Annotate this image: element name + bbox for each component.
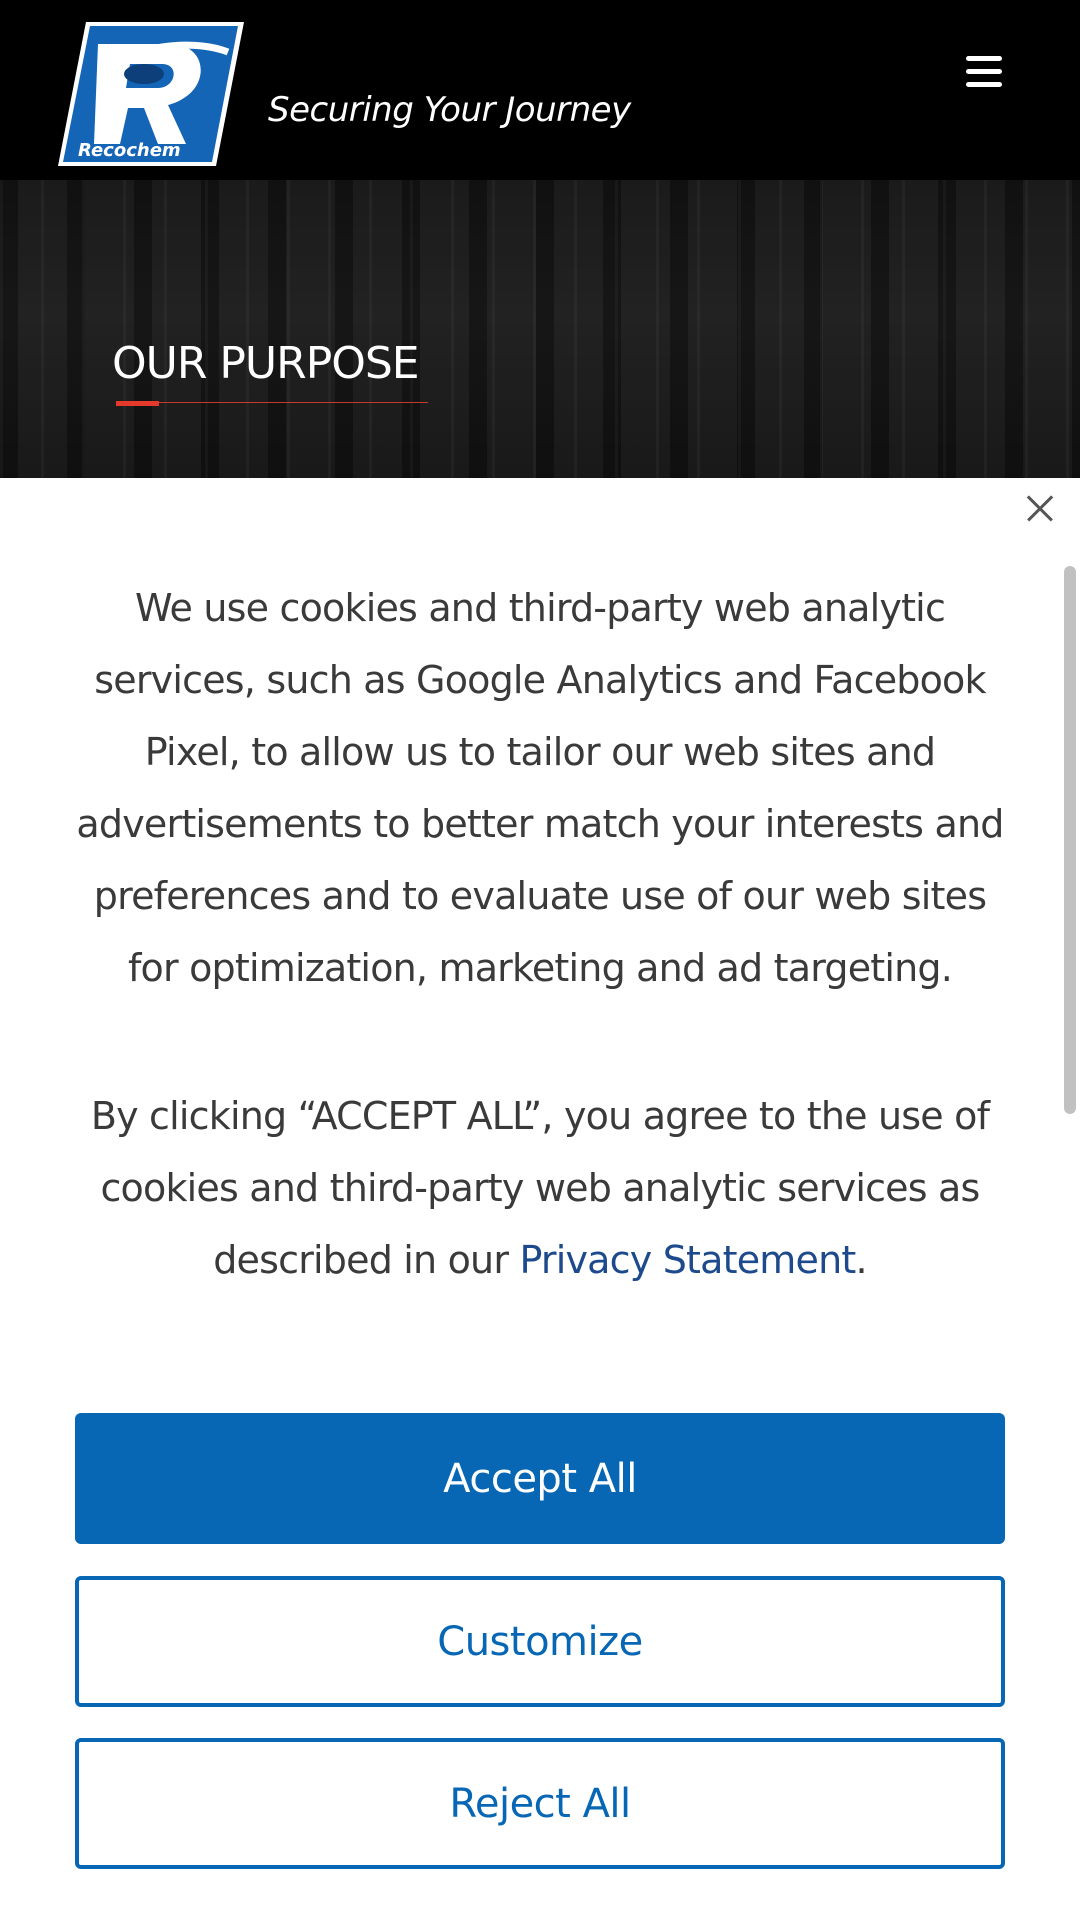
logo-graphic: Recochem bbox=[58, 22, 244, 166]
title-underline bbox=[116, 402, 428, 403]
accept-all-button[interactable]: Accept All bbox=[75, 1413, 1005, 1544]
site-header: Recochem Securing Your Journey bbox=[0, 0, 1080, 180]
cookie-description: We use cookies and third-party web analy… bbox=[76, 586, 1004, 990]
svg-text:Recochem: Recochem bbox=[78, 140, 181, 161]
cookie-consent-panel: We use cookies and third-party web analy… bbox=[0, 478, 1080, 1920]
recochem-logo[interactable]: Recochem bbox=[58, 22, 244, 166]
reject-all-button[interactable]: Reject All bbox=[75, 1738, 1005, 1869]
close-icon[interactable] bbox=[1022, 490, 1058, 526]
customize-button[interactable]: Customize bbox=[75, 1576, 1005, 1707]
cookie-consent-notice: By clicking “ACCEPT ALL”, you agree to t… bbox=[74, 1080, 1006, 1296]
tagline: Securing Your Journey bbox=[268, 90, 631, 130]
hero-banner: OUR PURPOSE bbox=[0, 180, 1080, 478]
page-title: OUR PURPOSE bbox=[112, 338, 420, 389]
title-accent-bar bbox=[116, 401, 159, 406]
privacy-statement-link[interactable]: Privacy Statement bbox=[519, 1238, 856, 1282]
hamburger-menu-icon[interactable] bbox=[962, 52, 1006, 92]
consent-notice-period: . bbox=[855, 1238, 867, 1282]
panel-scrollbar[interactable] bbox=[1064, 566, 1076, 1114]
